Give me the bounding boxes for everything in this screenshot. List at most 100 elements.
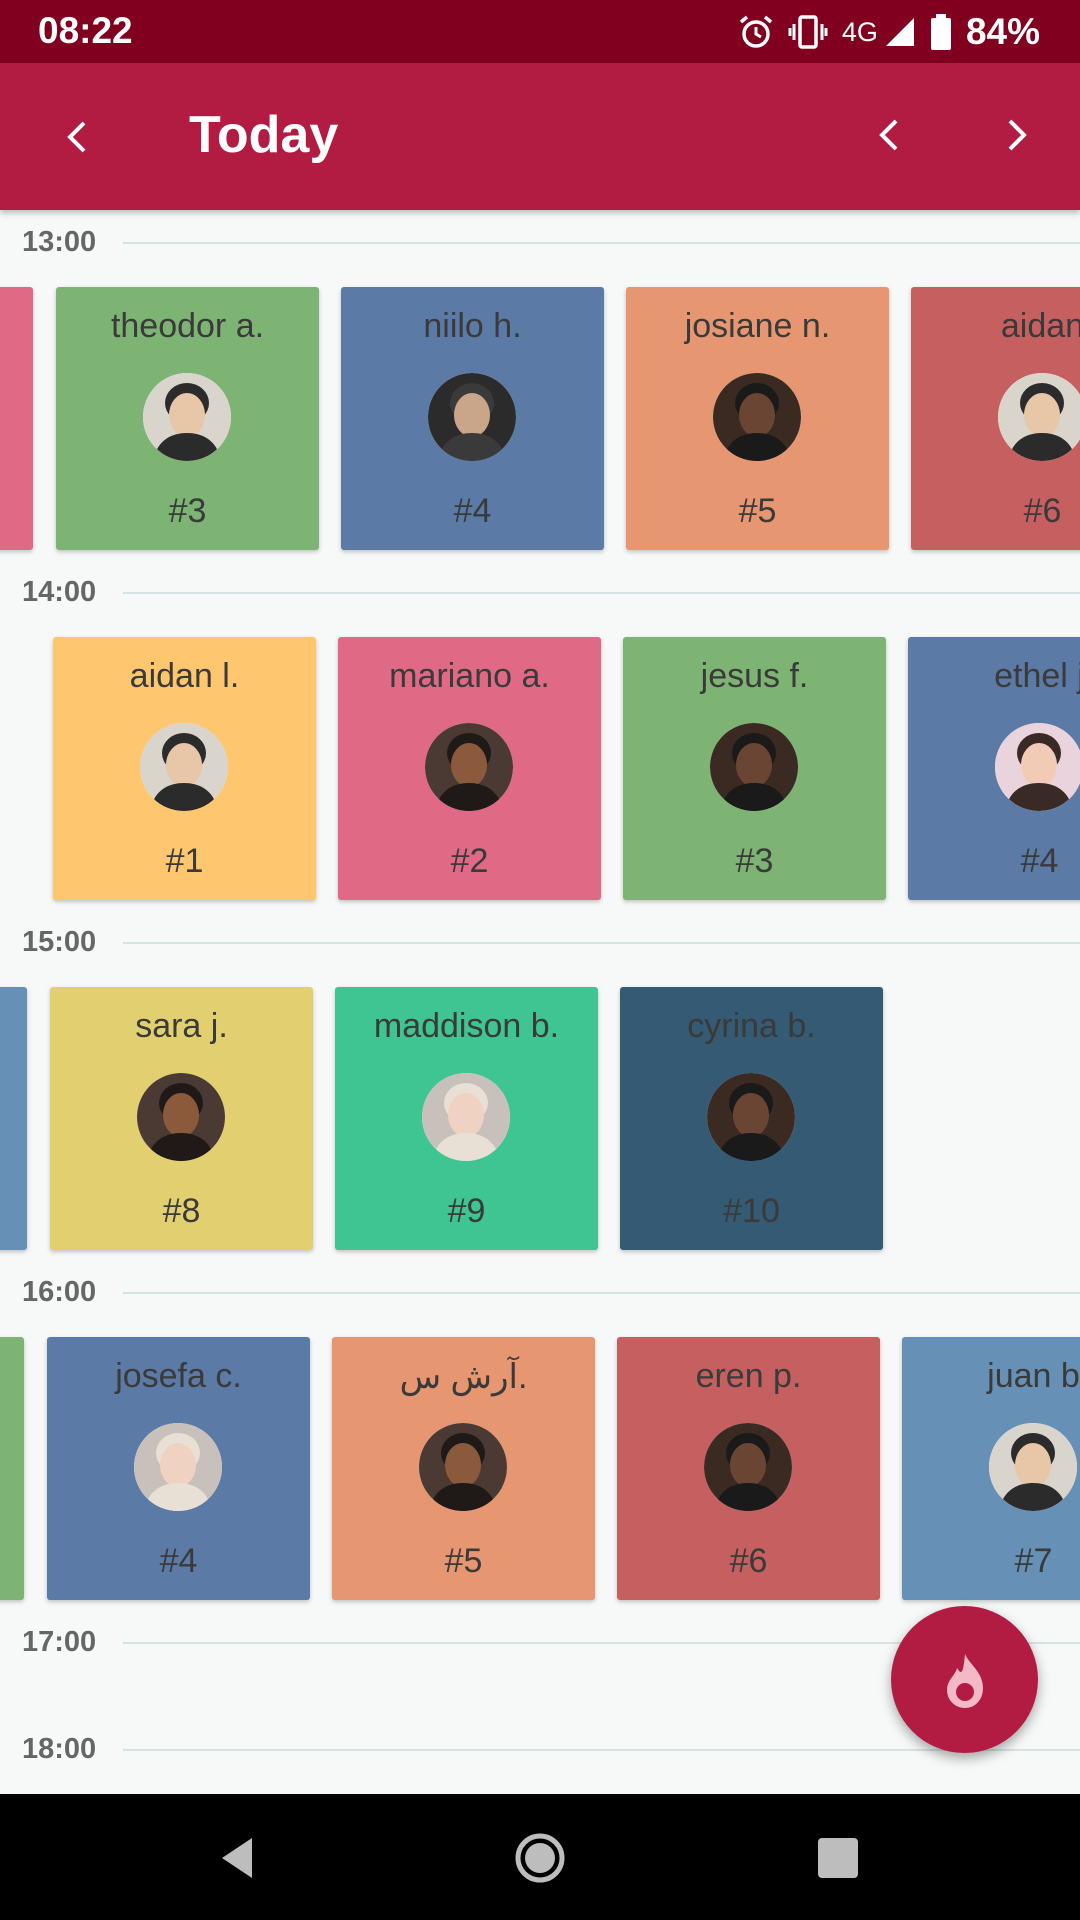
- appointment-card[interactable]: آرش س. #5: [332, 1337, 595, 1600]
- card-name: آرش س.: [399, 1358, 528, 1396]
- appointment-card[interactable]: [0, 987, 27, 1250]
- status-bar: 08:22 4G 84%: [0, 0, 1080, 63]
- battery-level: 84%: [965, 11, 1040, 52]
- battery-icon: [930, 14, 951, 50]
- schedule-row: josefa c. #4 آرش س. #5 eren p. #6 juan b #7: [0, 1337, 1080, 1601]
- appointment-card[interactable]: [0, 1337, 24, 1600]
- avatar: [143, 373, 231, 461]
- appointment-card[interactable]: mariano a. #2: [338, 637, 601, 900]
- status-time: 08:22: [38, 10, 133, 51]
- avatar: [704, 1423, 792, 1511]
- avatar: [710, 723, 798, 811]
- avatar: [422, 1073, 510, 1161]
- card-number: #3: [735, 842, 774, 880]
- card-number: #9: [447, 1192, 486, 1230]
- card-number: #5: [444, 1542, 483, 1580]
- vibrate-icon: [788, 15, 828, 49]
- time-label-17: 17:00: [22, 1626, 97, 1658]
- back-button[interactable]: [56, 115, 100, 159]
- card-name: cyrina b.: [687, 1007, 816, 1045]
- card-name: josiane n.: [684, 307, 831, 345]
- nav-home-button[interactable]: [512, 1830, 568, 1886]
- card-name: ethel j: [994, 657, 1080, 695]
- avatar: [425, 723, 513, 811]
- network-type: 4G: [841, 16, 878, 47]
- avatar: [713, 373, 801, 461]
- nav-back-button[interactable]: [210, 1830, 266, 1886]
- appointment-card[interactable]: josefa c. #4: [47, 1337, 310, 1600]
- card-name: eren p.: [695, 1357, 802, 1395]
- card-name: theodor a.: [110, 307, 265, 345]
- card-name: sara j.: [135, 1007, 228, 1045]
- card-number: #6: [729, 1542, 768, 1580]
- appointment-card[interactable]: [0, 287, 33, 550]
- card-number: #7: [1014, 1542, 1053, 1580]
- chevron-left-icon: [879, 119, 898, 151]
- previous-day-button[interactable]: [868, 113, 912, 157]
- avatar: [989, 1423, 1077, 1511]
- time-divider: [123, 1292, 1080, 1294]
- chevron-right-icon: [1008, 119, 1027, 151]
- card-name: juan b: [987, 1357, 1080, 1395]
- signal-icon: [885, 18, 914, 46]
- appointment-card[interactable]: eren p. #6: [617, 1337, 880, 1600]
- appointment-card[interactable]: josiane n. #5: [626, 287, 889, 550]
- appointment-card[interactable]: jesus f. #3: [623, 637, 886, 900]
- card-number: #4: [453, 492, 492, 530]
- time-label-16: 16:00: [22, 1276, 97, 1308]
- timeline[interactable]: 13:00 14:00 15:00 16:00 17:00 18:00 theo…: [0, 210, 1080, 1794]
- appointment-card[interactable]: sara j. #8: [50, 987, 313, 1250]
- card-number: #4: [159, 1542, 198, 1580]
- card-name: josefa c.: [115, 1357, 242, 1395]
- appointment-card[interactable]: ethel j #4: [908, 637, 1080, 900]
- card-number: #6: [1023, 492, 1062, 530]
- time-divider: [123, 242, 1080, 244]
- time-label-18: 18:00: [22, 1733, 97, 1765]
- appointment-card[interactable]: maddison b. #9: [335, 987, 598, 1250]
- nav-recents-button[interactable]: [810, 1830, 866, 1886]
- time-divider: [123, 942, 1080, 944]
- card-name: jesus f.: [700, 657, 809, 695]
- card-number: #4: [1020, 842, 1059, 880]
- schedule-row: theodor a. #3 niilo h. #4 josiane n. #5 aid…: [0, 287, 1080, 551]
- avatar: [428, 373, 516, 461]
- triangle-back-icon: [222, 1838, 252, 1878]
- page-title: Today: [189, 106, 339, 164]
- system-nav-bar: [0, 1794, 1080, 1920]
- avatar: [140, 723, 228, 811]
- card-number: #3: [168, 492, 207, 530]
- circle-home-icon: [515, 1833, 565, 1883]
- card-number: #8: [162, 1192, 201, 1230]
- avatar: [134, 1423, 222, 1511]
- avatar: [998, 373, 1080, 461]
- appointment-card[interactable]: theodor a. #3: [56, 287, 319, 550]
- card-number: #10: [723, 1192, 780, 1230]
- card-name: niilo h.: [423, 307, 522, 345]
- card-number: #2: [450, 842, 489, 880]
- square-recents-icon: [818, 1838, 858, 1878]
- appointment-card[interactable]: juan b #7: [902, 1337, 1080, 1600]
- time-divider: [123, 1749, 1080, 1751]
- time-label-15: 15:00: [22, 926, 97, 958]
- status-icons: 4G 84%: [738, 10, 1040, 54]
- schedule-row: aidan l. #1 mariano a. #2 jesus f. #3 ethel…: [0, 637, 1080, 901]
- fab-button[interactable]: [891, 1606, 1038, 1753]
- alarm-icon: [739, 15, 773, 48]
- appointment-card[interactable]: aidan l. #1: [53, 637, 316, 900]
- avatar: [707, 1073, 795, 1161]
- schedule-row: sara j. #8 maddison b. #9 cyrina b. #10: [0, 987, 1080, 1251]
- appointment-card[interactable]: aidan #6: [911, 287, 1080, 550]
- chevron-left-icon: [67, 121, 86, 153]
- next-day-button[interactable]: [994, 113, 1038, 157]
- appointment-card[interactable]: cyrina b. #10: [620, 987, 883, 1250]
- time-label-13: 13:00: [22, 226, 97, 258]
- card-number: #5: [738, 492, 777, 530]
- app-bar: Today: [0, 63, 1080, 210]
- appointment-card[interactable]: niilo h. #4: [341, 287, 604, 550]
- time-label-14: 14:00: [22, 576, 97, 608]
- card-name: maddison b.: [373, 1007, 560, 1045]
- card-name: aidan: [1000, 307, 1080, 345]
- card-number: #1: [165, 842, 204, 880]
- time-divider: [123, 592, 1080, 594]
- avatar: [419, 1423, 507, 1511]
